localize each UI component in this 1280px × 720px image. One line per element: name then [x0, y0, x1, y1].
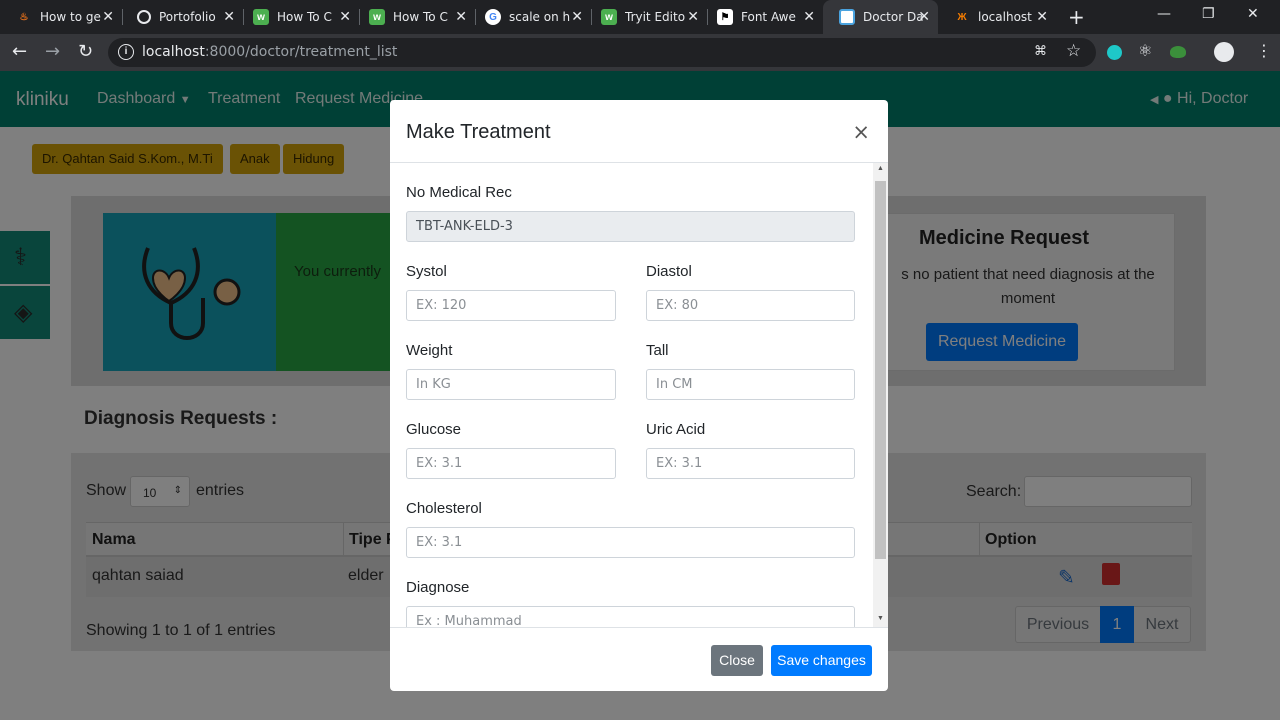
browser-tab-strip: ♨ How to ge ✕ Portofolio ✕ w How To C ✕ … [0, 0, 1280, 34]
back-icon[interactable]: ← [12, 41, 27, 62]
diagnose-textarea[interactable]: Ex : Muhammad [406, 606, 855, 627]
restore-icon[interactable]: ❐ [1202, 6, 1215, 22]
profile-icon[interactable] [1214, 42, 1234, 62]
modal-header: Make Treatment × [390, 100, 888, 163]
forward-icon[interactable]: → [45, 41, 60, 62]
window-close-icon[interactable]: ✕ [1247, 6, 1259, 22]
tall-label: Tall [646, 342, 669, 359]
tab-title: Font Awe [741, 10, 796, 24]
weight-label: Weight [406, 342, 453, 359]
translate-icon[interactable]: ⌘ [1034, 44, 1047, 59]
tab-title: localhost [978, 10, 1032, 24]
tab-title: Tryit Edito [625, 10, 686, 24]
glucose-label: Glucose [406, 421, 462, 438]
reload-icon[interactable]: ↻ [78, 41, 93, 62]
close-tab-icon[interactable]: ✕ [687, 9, 699, 25]
uric-acid-input[interactable]: EX: 3.1 [646, 448, 855, 479]
google-icon: G [485, 9, 501, 25]
flag-icon: ⚑ [717, 9, 733, 25]
browser-tab-active[interactable]: Doctor Da ✕ [823, 0, 938, 34]
diagnose-label: Diagnose [406, 579, 470, 596]
react-devtools-icon[interactable]: ⚛ [1138, 41, 1156, 60]
w3-icon: w [601, 9, 617, 25]
modal-footer: Close Save changes [390, 627, 888, 691]
uric-acid-label: Uric Acid [646, 421, 706, 438]
tab-title: How To C [277, 10, 332, 24]
bookmark-star-icon[interactable]: ☆ [1066, 41, 1081, 61]
close-tab-icon[interactable]: ✕ [339, 9, 351, 25]
modal-close-icon[interactable]: × [852, 120, 870, 144]
info-icon[interactable]: i [118, 44, 134, 60]
cholesterol-label: Cholesterol [406, 500, 482, 517]
make-treatment-modal: Make Treatment × No Medical Rec TBT-ANK-… [390, 100, 888, 691]
extension-icon[interactable] [1107, 45, 1122, 60]
close-button[interactable]: Close [711, 645, 763, 676]
new-tab-icon[interactable]: + [1068, 5, 1085, 29]
w3-icon: w [369, 9, 385, 25]
close-tab-icon[interactable]: ✕ [223, 9, 235, 25]
close-tab-icon[interactable]: ✕ [102, 9, 114, 25]
close-tab-icon[interactable]: ✕ [571, 9, 583, 25]
close-tab-icon[interactable]: ✕ [918, 9, 930, 25]
globe-icon [137, 10, 151, 24]
modal-body: No Medical Rec TBT-ANK-ELD-3 Systol EX: … [390, 163, 873, 627]
browser-tab[interactable]: w How To C ✕ [353, 0, 475, 34]
fire-icon: ♨ [19, 11, 29, 23]
tab-title: scale on h [509, 10, 571, 24]
medrec-field[interactable]: TBT-ANK-ELD-3 [406, 211, 855, 242]
address-bar[interactable]: i localhost:8000/doctor/treatment_list ⌘… [108, 38, 1096, 67]
minimize-icon[interactable]: — [1157, 6, 1171, 22]
browser-tab[interactable]: Ж localhost ✕ [938, 0, 1056, 34]
weight-input[interactable]: In KG [406, 369, 616, 400]
systol-input[interactable]: EX: 120 [406, 290, 616, 321]
doc-icon [839, 9, 855, 25]
extension-icon[interactable] [1170, 46, 1186, 58]
close-tab-icon[interactable]: ✕ [1036, 9, 1048, 25]
diastol-input[interactable]: EX: 80 [646, 290, 855, 321]
browser-tab[interactable]: G scale on h ✕ [469, 0, 591, 34]
save-changes-button[interactable]: Save changes [771, 645, 872, 676]
w3-icon: w [253, 9, 269, 25]
url-text[interactable]: localhost:8000/doctor/treatment_list [142, 44, 397, 60]
scroll-up-icon[interactable]: ▲ [877, 165, 884, 172]
scrollbar-thumb[interactable] [875, 181, 886, 559]
tab-title: How to ge [40, 10, 101, 24]
medrec-label: No Medical Rec [406, 184, 512, 201]
systol-label: Systol [406, 263, 447, 280]
cholesterol-input[interactable]: EX: 3.1 [406, 527, 855, 558]
tall-input[interactable]: In CM [646, 369, 855, 400]
glucose-input[interactable]: EX: 3.1 [406, 448, 616, 479]
close-tab-icon[interactable]: ✕ [803, 9, 815, 25]
browser-tab[interactable]: ⚑ Font Awe ✕ [701, 0, 823, 34]
tab-title: How To C [393, 10, 448, 24]
browser-tab[interactable]: w Tryit Edito ✕ [585, 0, 707, 34]
modal-scrollbar[interactable]: ▲ ▼ [873, 163, 888, 627]
tab-title: Portofolio [159, 10, 216, 24]
diastol-label: Diastol [646, 263, 692, 280]
browser-tab[interactable]: w How To C ✕ [237, 0, 359, 34]
browser-tab[interactable]: Portofolio ✕ [121, 0, 243, 34]
xampp-icon: Ж [957, 11, 967, 23]
menu-kebab-icon[interactable]: ⋮ [1256, 41, 1272, 60]
browser-tab[interactable]: ♨ How to ge ✕ [0, 0, 122, 34]
browser-toolbar: ← → ↻ i localhost:8000/doctor/treatment_… [0, 34, 1280, 71]
scroll-down-icon[interactable]: ▼ [877, 615, 884, 622]
close-tab-icon[interactable]: ✕ [455, 9, 467, 25]
modal-title: Make Treatment [406, 121, 551, 143]
